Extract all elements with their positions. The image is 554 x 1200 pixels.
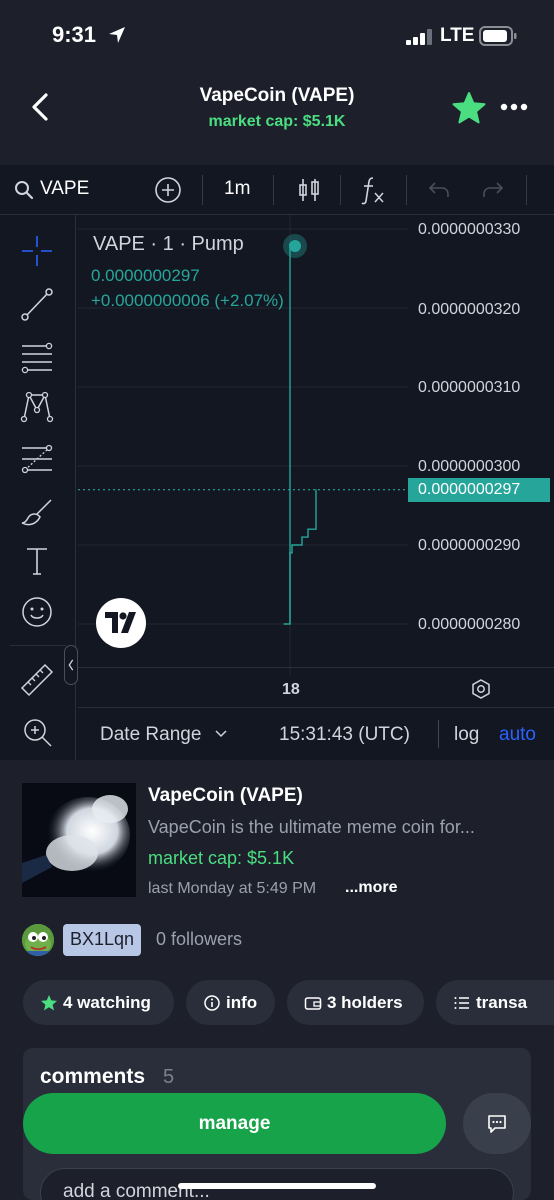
bottom-divider [438,720,439,748]
watching-label: 4 watching [63,993,151,1012]
brush-icon[interactable] [18,492,56,530]
status-bar: 9:31 LTE [0,0,554,75]
transactions-pill[interactable]: transa [436,980,554,1025]
token-name: VapeCoin (VAPE) [148,785,303,806]
token-header: VapeCoin (VAPE) market cap: $5.1K [0,75,554,165]
drawing-toolbar [0,215,78,760]
holders-pill[interactable]: 3 holders [287,980,424,1025]
settings-icon[interactable] [470,678,492,700]
price-tick: 0.0000000310 [418,379,521,396]
comments-title: comments [40,1065,146,1088]
price-tick: 0.0000000280 [418,616,521,633]
comments-count: 5 [163,1066,175,1088]
token-created-time: last Monday at 5:49 PM [148,880,317,897]
token-market-cap: market cap: $5.1K [148,848,295,868]
wallet-icon [304,997,322,1010]
crosshair-icon[interactable] [18,232,56,270]
creator-username[interactable]: BX1Lqn [63,924,142,956]
info-pill[interactable]: info [186,980,275,1025]
network-label: LTE [440,25,475,46]
price-tick: 0.0000000300 [418,458,521,475]
collapse-toolbar-button[interactable] [64,645,78,685]
legend-price: 0.0000000297 [91,266,200,285]
projection-icon[interactable] [18,440,56,478]
chart-plot-area[interactable]: VAPE · 1 · Pump 0.0000000297 +0.00000000… [78,215,408,675]
undo-icon[interactable] [428,180,450,200]
legend-symbol: VAPE · 1 · Pump [93,233,244,255]
price-tick: 0.0000000290 [418,537,521,554]
location-icon [109,27,125,43]
interval-button[interactable]: 1m [224,178,250,200]
auto-scale-toggle[interactable]: auto [499,724,536,746]
star-icon [41,995,57,1011]
token-image [22,783,136,897]
time-tick: 18 [282,681,300,698]
text-icon[interactable] [18,542,56,580]
status-time: 9:31 [52,22,97,47]
info-label: info [226,993,258,1012]
manage-button[interactable]: manage [23,1093,446,1154]
log-scale-toggle[interactable]: log [454,724,479,746]
more-link[interactable]: ...more [345,879,397,897]
chevron-down-icon [215,730,227,738]
utc-clock[interactable]: 15:31:43 (UTC) [279,724,410,746]
price-tick: 0.0000000320 [418,301,521,318]
emoji-icon[interactable] [18,593,56,631]
symbol-search[interactable]: VAPE [40,178,89,200]
token-description: VapeCoin is the ultimate meme coin for..… [148,817,475,837]
legend-change: +0.0000000006 (+2.07%) [91,291,284,310]
price-tick: 0.0000000330 [418,221,521,238]
holders-label: 3 holders [327,993,403,1012]
candle-icon[interactable] [296,177,322,203]
battery-icon [479,26,517,46]
watching-pill[interactable]: 4 watching [23,980,174,1025]
trendline-icon[interactable] [18,285,56,323]
toolbar-divider [406,175,407,205]
star-icon[interactable] [452,91,486,125]
followers-count: 0 followers [156,929,243,949]
chat-icon [488,1115,506,1133]
tradingview-logo [96,598,146,648]
chart-bottom-bar: Date Range 15:31:43 (UTC) log auto [78,707,554,760]
price-line [284,489,317,625]
info-icon [204,995,220,1011]
more-icon[interactable] [500,103,528,111]
toolbar-divider [273,175,274,205]
current-price-label: 0.0000000297 [408,478,550,502]
pattern-icon[interactable] [18,387,56,425]
chart-toolbar: VAPE 1m [0,165,554,215]
search-icon[interactable] [14,180,34,200]
price-chart: VAPE · 1 · Pump 0.0000000297 +0.00000000… [0,215,554,760]
avatar[interactable] [22,924,54,956]
fx-icon[interactable] [360,175,386,205]
list-icon [454,997,469,1009]
toolbar-divider [202,175,203,205]
zoom-icon[interactable] [18,713,56,751]
price-axis[interactable]: 0.0000000330 0.0000000320 0.0000000310 0… [408,215,554,675]
chat-button[interactable] [463,1093,531,1154]
toolbar-divider [10,645,66,646]
toolbar-divider [340,175,341,205]
transactions-label: transa [476,993,528,1012]
ruler-icon[interactable] [18,661,56,699]
date-range-button[interactable]: Date Range [100,724,201,746]
toolbar-divider [526,175,527,205]
live-indicator [283,234,307,258]
add-icon[interactable] [154,176,182,204]
time-axis[interactable]: 18 [78,667,554,707]
signal-icon [406,29,432,45]
fib-icon[interactable] [18,337,56,375]
home-indicator [178,1183,376,1189]
redo-icon[interactable] [482,180,504,200]
